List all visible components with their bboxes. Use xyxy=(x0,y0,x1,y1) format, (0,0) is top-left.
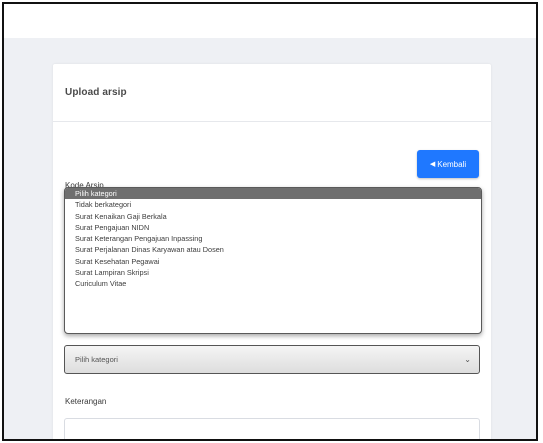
dropdown-option[interactable]: Surat Lampiran Skripsi xyxy=(65,267,481,278)
upload-card: Upload arsip ◀ Kembali Kode Arsip Pilih … xyxy=(53,64,491,439)
dropdown-option[interactable]: Tidak berkategori xyxy=(65,199,481,210)
card-header: Upload arsip xyxy=(53,64,491,122)
kode-arsip-select[interactable]: Pilih kategori ⌄ xyxy=(64,345,480,374)
kode-arsip-dropdown-list[interactable]: Pilih kategori Tidak berkategori Surat K… xyxy=(64,187,482,334)
back-button-label: Kembali xyxy=(437,159,467,169)
card-title: Upload arsip xyxy=(65,87,127,98)
dropdown-option[interactable]: Surat Pengajuan NIDN xyxy=(65,222,481,233)
dropdown-option[interactable]: Surat Kesehatan Pegawai xyxy=(65,256,481,267)
dropdown-option[interactable]: Curiculum Vitae xyxy=(65,278,481,289)
keterangan-label: Keterangan xyxy=(65,397,107,406)
chevron-down-icon: ⌄ xyxy=(464,355,471,364)
screenshot-frame: Upload arsip ◀ Kembali Kode Arsip Pilih … xyxy=(2,2,538,441)
keterangan-input[interactable] xyxy=(64,418,480,439)
dropdown-option[interactable]: Surat Kenaikan Gaji Berkala xyxy=(65,211,481,222)
dropdown-option[interactable]: Surat Perjalanan Dinas Karyawan atau Dos… xyxy=(65,244,481,255)
back-button[interactable]: ◀ Kembali xyxy=(417,150,479,178)
arrow-left-icon: ◀ xyxy=(429,160,436,168)
dropdown-option[interactable]: Pilih kategori xyxy=(65,188,481,200)
dropdown-option[interactable]: Surat Keterangan Pengajuan Inpassing xyxy=(65,233,481,244)
select-selected-value: Pilih kategori xyxy=(75,355,118,364)
